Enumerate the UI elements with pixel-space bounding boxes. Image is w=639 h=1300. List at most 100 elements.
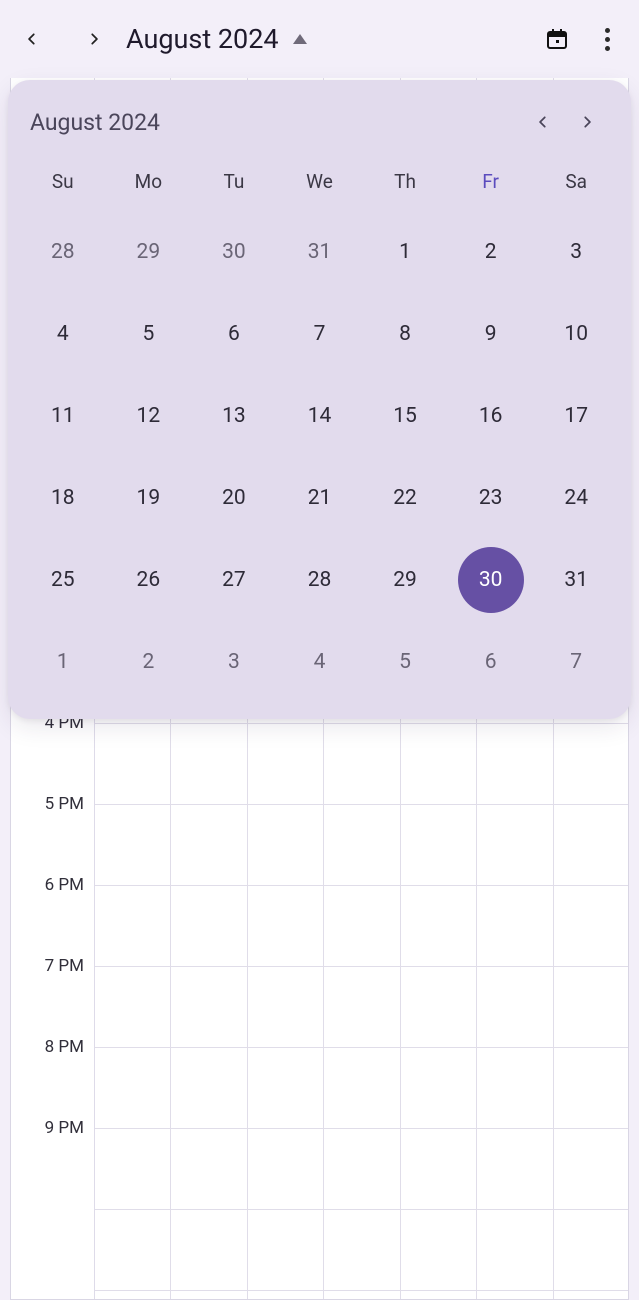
more-vertical-icon [605,28,610,51]
date-cell[interactable]: 14 [277,375,363,457]
date-cell[interactable]: 26 [106,539,192,621]
date-number: 29 [137,240,161,264]
today-button[interactable] [535,17,579,61]
date-cell[interactable]: 2 [448,211,534,293]
month-picker-title: August 2024 [30,109,160,136]
chevron-right-icon [87,27,101,51]
date-number: 2 [485,240,497,264]
date-cell[interactable]: 20 [191,457,277,539]
date-number: 16 [479,404,503,428]
date-cell[interactable]: 30 [448,539,534,621]
date-cell[interactable]: 19 [106,457,192,539]
date-number: 15 [393,404,417,428]
date-number: 4 [57,322,69,346]
date-cell[interactable]: 29 [362,539,448,621]
date-cell[interactable]: 2 [106,621,192,703]
date-cell[interactable]: 22 [362,457,448,539]
date-number: 28 [51,240,75,264]
chevron-left-icon [25,27,39,51]
date-number: 21 [308,486,332,510]
chevron-left-icon [536,111,550,133]
date-cell[interactable]: 29 [106,211,192,293]
date-cell[interactable]: 5 [106,293,192,375]
date-cell[interactable]: 16 [448,375,534,457]
date-cell[interactable]: 6 [448,621,534,703]
date-number: 28 [308,568,332,592]
next-period-button[interactable] [72,17,116,61]
date-number: 5 [142,322,154,346]
dow-header: We [277,156,363,211]
date-cell[interactable]: 10 [533,293,619,375]
date-number: 13 [222,404,246,428]
time-label: 7 PM [45,956,84,976]
date-number: 30 [222,240,246,264]
date-cell[interactable]: 30 [191,211,277,293]
date-cell[interactable]: 31 [533,539,619,621]
date-cell[interactable]: 7 [277,293,363,375]
month-picker-next-button[interactable] [565,100,609,144]
date-number: 31 [308,240,332,264]
prev-period-button[interactable] [10,17,54,61]
date-number: 4 [314,650,326,674]
date-number: 1 [57,650,69,674]
date-cell[interactable]: 28 [20,211,106,293]
more-options-button[interactable] [585,17,629,61]
date-cell[interactable]: 7 [533,621,619,703]
date-number: 7 [314,322,326,346]
date-number: 29 [393,568,417,592]
date-number: 6 [228,322,240,346]
date-number: 20 [222,486,246,510]
date-number: 31 [564,568,588,592]
date-number: 7 [570,650,582,674]
dow-header: Fr [448,156,534,211]
month-picker-grid: SuMoTuWeThFrSa28293031123456789101112131… [20,156,619,703]
date-cell[interactable]: 23 [448,457,534,539]
month-dropdown-button[interactable]: August 2024 [126,23,307,55]
date-cell[interactable]: 3 [533,211,619,293]
date-cell[interactable]: 1 [20,621,106,703]
date-cell[interactable]: 13 [191,375,277,457]
date-number: 2 [142,650,154,674]
chevron-right-icon [580,111,594,133]
date-cell[interactable]: 21 [277,457,363,539]
date-cell[interactable]: 17 [533,375,619,457]
date-cell[interactable]: 8 [362,293,448,375]
date-cell[interactable]: 28 [277,539,363,621]
dow-header: Mo [106,156,192,211]
date-cell[interactable]: 27 [191,539,277,621]
time-label: 6 PM [45,875,84,895]
date-cell[interactable]: 6 [191,293,277,375]
dow-header: Su [20,156,106,211]
time-label: 9 PM [45,1118,84,1138]
date-number: 3 [228,650,240,674]
date-cell[interactable]: 5 [362,621,448,703]
date-number: 12 [137,404,161,428]
date-number: 10 [564,322,588,346]
date-cell[interactable]: 31 [277,211,363,293]
date-number: 9 [485,322,497,346]
date-number: 23 [479,486,503,510]
date-number: 11 [51,404,75,428]
date-cell[interactable]: 24 [533,457,619,539]
date-number: 17 [564,404,588,428]
date-number: 8 [399,322,411,346]
date-cell[interactable]: 3 [191,621,277,703]
date-cell[interactable]: 18 [20,457,106,539]
date-cell[interactable]: 25 [20,539,106,621]
date-number: 19 [137,486,161,510]
date-number: 25 [51,568,75,592]
month-picker-prev-button[interactable] [521,100,565,144]
date-cell[interactable]: 9 [448,293,534,375]
date-cell[interactable]: 4 [20,293,106,375]
date-number: 3 [570,240,582,264]
date-number: 5 [399,650,411,674]
date-cell[interactable]: 15 [362,375,448,457]
date-number: 27 [222,568,246,592]
date-cell[interactable]: 11 [20,375,106,457]
date-cell[interactable]: 1 [362,211,448,293]
date-number: 6 [485,650,497,674]
date-cell[interactable]: 12 [106,375,192,457]
date-cell[interactable]: 4 [277,621,363,703]
calendar-today-icon [545,27,569,51]
toolbar-title: August 2024 [126,23,279,55]
